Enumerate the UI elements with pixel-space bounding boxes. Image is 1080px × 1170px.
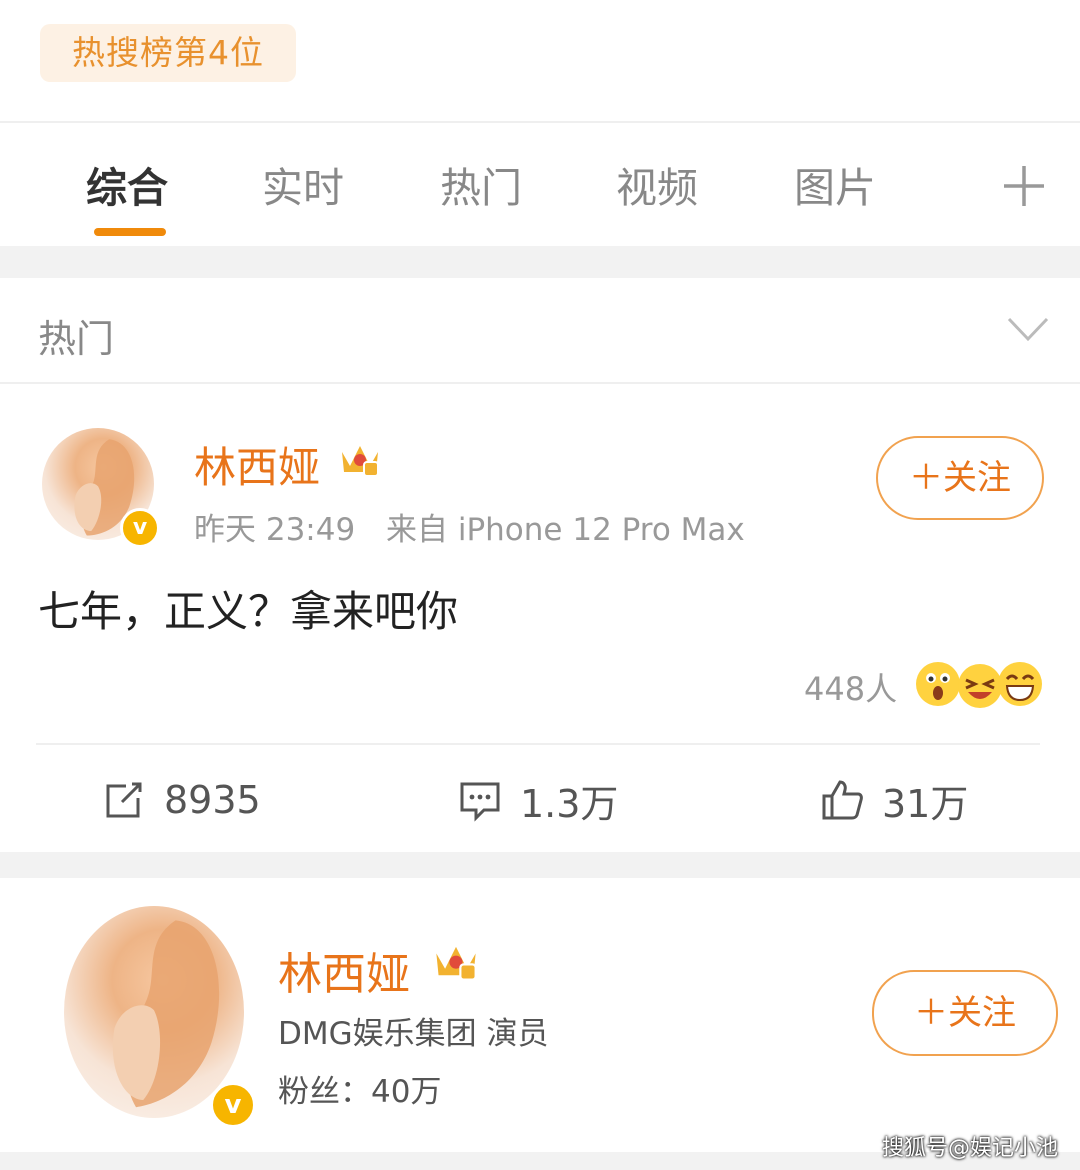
post-text: 七年，正义？拿来吧你 xyxy=(38,587,459,636)
post-source: 来自 iPhone 12 Pro Max xyxy=(386,512,745,548)
reaction-count[interactable]: 448人 xyxy=(804,664,897,710)
section-title: 热门 xyxy=(38,317,115,361)
tab-video[interactable]: 视频 xyxy=(616,158,698,218)
plus-icon[interactable] xyxy=(1000,162,1048,210)
divider xyxy=(0,121,1080,123)
profile-description: DMG娱乐集团 演员 xyxy=(278,1016,549,1052)
profile-follow-button[interactable]: ＋关注 xyxy=(872,970,1058,1056)
like-count: 31万 xyxy=(882,781,969,826)
verified-badge-icon: v xyxy=(120,508,160,548)
tab-images[interactable]: 图片 xyxy=(794,158,876,218)
crown-icon xyxy=(432,936,480,984)
profile-username[interactable]: 林西娅 xyxy=(278,938,410,1002)
chevron-down-icon[interactable] xyxy=(1006,314,1050,344)
repost-count: 8935 xyxy=(164,778,261,822)
comment-button[interactable]: 1.3万 xyxy=(458,772,618,828)
grinning-face-icon xyxy=(998,662,1042,706)
post-username[interactable]: 林西娅 xyxy=(194,434,320,495)
active-tab-indicator xyxy=(94,228,166,236)
repost-icon xyxy=(106,782,142,818)
profile-avatar[interactable] xyxy=(64,906,244,1118)
profile-fans-count: 粉丝：40万 xyxy=(278,1074,442,1110)
divider xyxy=(0,382,1080,384)
shocked-face-icon xyxy=(916,662,960,706)
like-button[interactable]: 31万 xyxy=(820,772,968,828)
crown-icon xyxy=(338,436,382,480)
verified-badge-icon: v xyxy=(210,1082,256,1128)
watermark: 搜狐号@娱记小池 xyxy=(882,1136,1059,1161)
tab-hot[interactable]: 热门 xyxy=(440,158,522,218)
repost-button[interactable]: 8935 xyxy=(102,772,261,828)
section-separator xyxy=(0,852,1080,878)
laughing-face-icon xyxy=(958,664,1002,708)
post-time: 昨天 23:49 xyxy=(194,512,356,548)
hot-search-rank-badge[interactable]: 热搜榜第4位 xyxy=(40,24,296,82)
section-separator xyxy=(0,246,1080,278)
tab-realtime[interactable]: 实时 xyxy=(262,158,344,218)
tab-all[interactable]: 综合 xyxy=(86,158,168,218)
follow-button[interactable]: ＋关注 xyxy=(876,436,1044,520)
comment-icon xyxy=(460,782,500,822)
divider xyxy=(36,743,1040,745)
thumbs-up-icon xyxy=(822,780,863,820)
comment-count: 1.3万 xyxy=(520,781,619,826)
